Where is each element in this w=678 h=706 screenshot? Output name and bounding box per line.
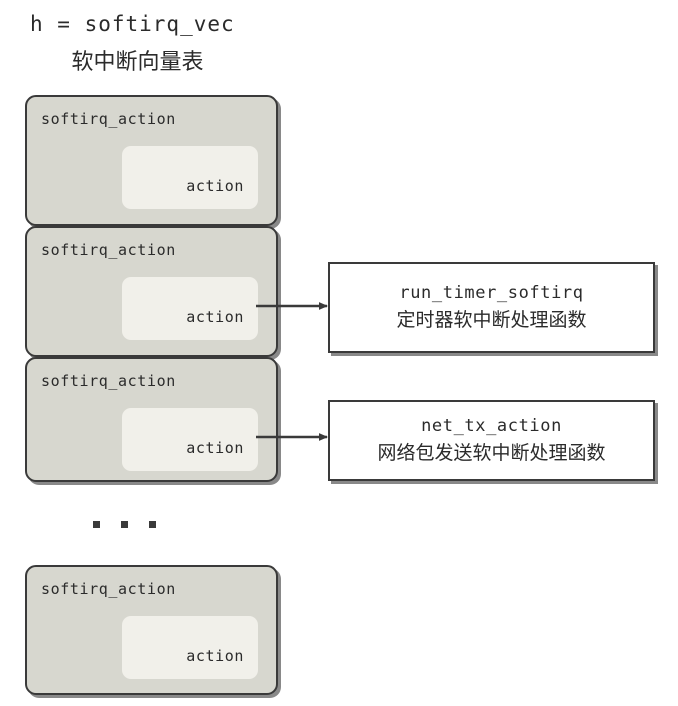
handler-description: 网络包发送软中断处理函数 — [377, 442, 606, 464]
handler-box-run-timer-softirq: run_timer_softirq 定时器软中断处理函数 — [328, 262, 655, 353]
slot-struct-label: softirq_action — [41, 241, 176, 259]
slots-continuation-ellipsis — [88, 515, 168, 535]
slot-struct-label: softirq_action — [41, 110, 176, 128]
softirq-vec-slot-2: softirq_action action — [25, 226, 278, 357]
slot-action-label: action — [186, 439, 244, 457]
slot-action-field: action — [122, 146, 258, 209]
slot-action-label: action — [186, 177, 244, 195]
slot-action-label: action — [186, 647, 244, 665]
slot-struct-label: softirq_action — [41, 580, 176, 598]
softirq-vec-slot-1: softirq_action action — [25, 95, 278, 226]
handler-description: 定时器软中断处理函数 — [396, 309, 587, 331]
diagram-title-expression: h = softirq_vec — [30, 12, 235, 36]
slot-action-field: action — [122, 616, 258, 679]
softirq-vec-slot-3: softirq_action action — [25, 357, 278, 482]
ellipsis-dot — [93, 521, 100, 528]
slot-action-field: action — [122, 408, 258, 471]
slot-action-label: action — [186, 308, 244, 326]
handler-box-net-tx-action: net_tx_action 网络包发送软中断处理函数 — [328, 400, 655, 481]
handler-function-name: net_tx_action — [421, 416, 562, 436]
diagram-canvas: h = softirq_vec 软中断向量表 softirq_action ac… — [0, 0, 678, 706]
ellipsis-dot — [149, 521, 156, 528]
slot-struct-label: softirq_action — [41, 372, 176, 390]
handler-function-name: run_timer_softirq — [399, 283, 584, 303]
ellipsis-dot — [121, 521, 128, 528]
slot-action-field: action — [122, 277, 258, 340]
diagram-title-chinese: 软中断向量表 — [71, 50, 204, 75]
softirq-vec-slot-last: softirq_action action — [25, 565, 278, 695]
